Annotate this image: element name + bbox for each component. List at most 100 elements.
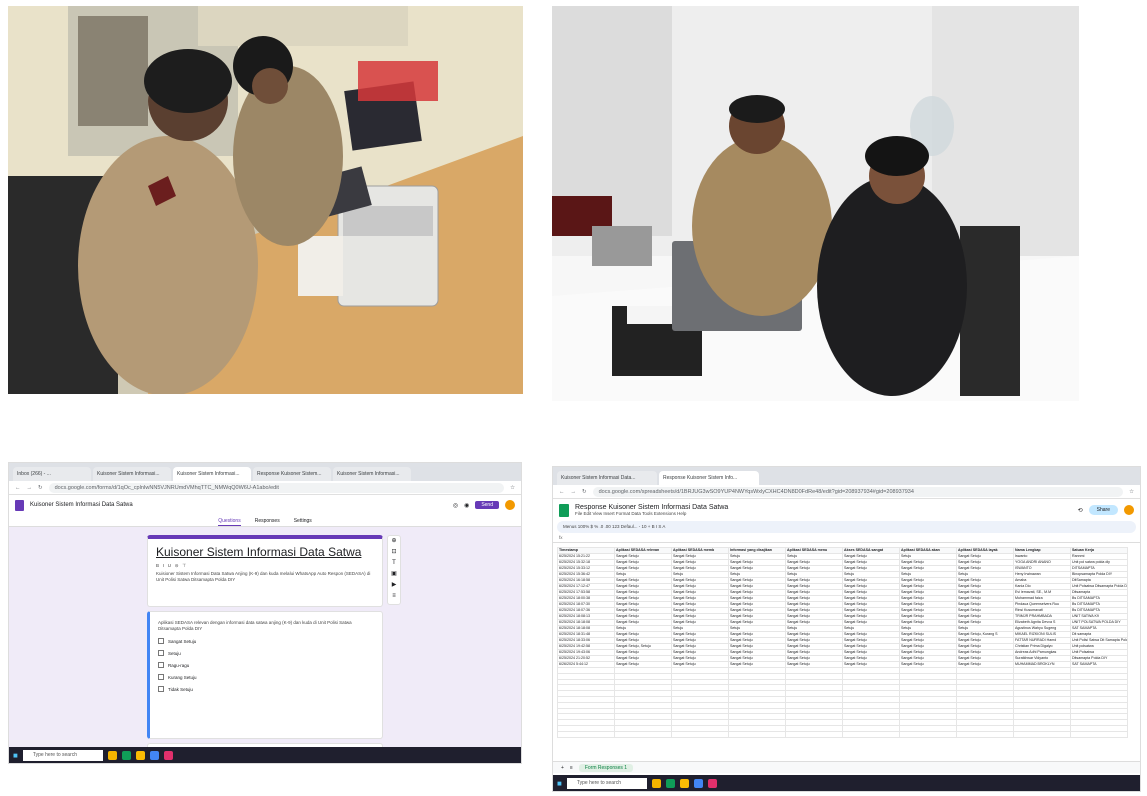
reload-icon[interactable]: ↻ xyxy=(38,485,43,491)
form-editor: Kuisoner Sistem Informasi Data Satwa B I… xyxy=(9,527,521,763)
send-button[interactable]: Send xyxy=(475,501,499,509)
empty-cell[interactable] xyxy=(956,730,1014,738)
star-icon[interactable]: ☆ xyxy=(1129,489,1134,495)
empty-cell[interactable] xyxy=(671,730,729,738)
forms-screenshot: Inbox (266) - ... Kuisoner Sistem Inform… xyxy=(8,462,522,764)
browser-tab[interactable]: Kuisoner Sistem Informasi... xyxy=(93,467,171,481)
taskbar-search[interactable]: Type here to search xyxy=(22,749,103,761)
tab-questions[interactable]: Questions xyxy=(218,515,241,526)
tab-settings[interactable]: Settings xyxy=(294,515,312,526)
empty-cell[interactable] xyxy=(1013,730,1071,738)
star-icon[interactable]: ☆ xyxy=(510,485,515,491)
palette-icon[interactable]: ◎ xyxy=(453,502,458,509)
url-field[interactable]: docs.google.com/forms/d/1qOc_cplnIwNN5VJ… xyxy=(48,482,505,493)
forms-logo-icon xyxy=(15,499,24,511)
browser-tab[interactable]: Inbox (266) - ... xyxy=(13,467,91,481)
instagram-icon[interactable] xyxy=(707,778,717,788)
question-text[interactable]: Aplikasi SEDASA relevan dengan informasi… xyxy=(158,620,374,632)
browser-tab-active[interactable]: Response Kuisoner Sistem Info... xyxy=(659,471,759,485)
empty-cell[interactable] xyxy=(557,730,615,738)
option[interactable]: Setuju xyxy=(158,650,374,656)
table-cell[interactable]: Unit Polsatwa Ditsamapta Polda DIY xyxy=(1070,583,1128,590)
question-toolbar: ⊕ ⊡ T ▣ ▶ ≡ xyxy=(387,535,401,605)
sheets-toolbar[interactable]: Menus 100% $ % .0 .00 123 Defaul... - 10… xyxy=(557,521,1136,533)
import-icon[interactable]: ⊡ xyxy=(388,547,400,558)
edge-icon[interactable] xyxy=(121,750,131,760)
edge-icon[interactable] xyxy=(665,778,675,788)
browser-tab-strip: Inbox (266) - ... Kuisoner Sistem Inform… xyxy=(9,463,521,481)
forms-nav-tabs: Questions Responses Settings xyxy=(9,515,521,527)
empty-cell[interactable] xyxy=(899,730,957,738)
table-cell[interactable]: UNIT POLSATWA POLDA DIY xyxy=(1070,619,1128,626)
formula-bar[interactable]: fx xyxy=(553,533,1140,543)
checkbox[interactable] xyxy=(158,650,164,656)
response-table: Timestamp Aplikasi SEDASA relevan Aplikasi… xyxy=(557,547,1128,738)
instagram-icon[interactable] xyxy=(163,750,173,760)
back-icon[interactable]: ← xyxy=(15,485,21,491)
text-format-toolbar: B I U ⊝ ⊤ xyxy=(156,563,187,568)
browser-tab[interactable]: Kuisoner Sistem Informasi... xyxy=(333,467,411,481)
empty-cell[interactable] xyxy=(728,730,786,738)
form-description[interactable]: Kuisioner Sistem Informasi Data Satwa An… xyxy=(156,571,374,583)
option[interactable]: Tidak Setuju xyxy=(158,686,374,692)
browser-tab[interactable]: Response Kuisoner Sistem... xyxy=(253,467,331,481)
browser-tab-strip: Kuisoner Sistem Informasi Data... Respon… xyxy=(553,467,1140,485)
add-sheet-icon[interactable]: + xyxy=(561,765,564,771)
reload-icon[interactable]: ↻ xyxy=(582,489,587,495)
option[interactable]: Kurang Setuju xyxy=(158,674,374,680)
history-icon[interactable]: ⟲ xyxy=(1078,507,1083,514)
form-title-card[interactable]: Kuisoner Sistem Informasi Data Satwa B I… xyxy=(147,535,383,607)
sheet-tab[interactable]: Form Responses 1 xyxy=(578,763,634,772)
add-question-icon[interactable]: ⊕ xyxy=(388,536,400,547)
checkbox[interactable] xyxy=(158,674,164,680)
sheets-screenshot: Kuisoner Sistem Informasi Data... Respon… xyxy=(552,466,1141,792)
chrome-icon[interactable] xyxy=(651,778,661,788)
empty-cell[interactable] xyxy=(614,730,672,738)
checkbox[interactable] xyxy=(158,686,164,692)
table-cell[interactable]: Unit Polisi Satwa Dit Samapta Polda DIY xyxy=(1070,637,1128,644)
browser-tab[interactable]: Kuisoner Sistem Informasi Data... xyxy=(557,471,657,485)
document-title[interactable]: Response Kuisoner Sistem Informasi Data … xyxy=(575,504,1072,511)
windows-start-icon[interactable]: ■ xyxy=(557,779,562,788)
title-icon[interactable]: T xyxy=(388,558,400,569)
checkbox[interactable] xyxy=(158,662,164,668)
forward-icon[interactable]: → xyxy=(571,489,577,495)
avatar[interactable] xyxy=(1124,505,1134,515)
empty-cell[interactable] xyxy=(785,730,843,738)
photo-officers-at-desk-drawing xyxy=(8,6,523,394)
spreadsheet-grid[interactable]: Timestamp Aplikasi SEDASA relevan Aplikasi… xyxy=(557,547,1128,751)
image-icon[interactable]: ▣ xyxy=(388,569,400,580)
sheets-header: Response Kuisoner Sistem Informasi Data … xyxy=(553,499,1140,521)
store-icon[interactable] xyxy=(149,750,159,760)
taskbar: ■ Type here to search xyxy=(553,775,1140,791)
back-icon[interactable]: ← xyxy=(559,489,565,495)
share-button[interactable]: Share xyxy=(1088,505,1118,515)
folder-icon[interactable] xyxy=(679,778,689,788)
form-title[interactable]: Kuisoner Sistem Informasi Data Satwa xyxy=(156,545,374,559)
browser-tab-active[interactable]: Kuisoner Sistem Informasi... xyxy=(173,467,251,481)
preview-icon[interactable]: ◉ xyxy=(464,502,469,509)
checkbox[interactable] xyxy=(158,638,164,644)
tab-responses[interactable]: Responses xyxy=(255,515,280,526)
question-card[interactable]: Aplikasi SEDASA relevan dengan informasi… xyxy=(147,611,383,739)
empty-row xyxy=(557,730,1128,738)
empty-cell[interactable] xyxy=(842,730,900,738)
option-label: Kurang Setuju xyxy=(168,674,197,680)
menu-bar[interactable]: File Edit View Insert Format Data Tools … xyxy=(575,511,1072,516)
taskbar-search[interactable]: Type here to search xyxy=(566,777,647,789)
chrome-icon[interactable] xyxy=(107,750,117,760)
sheets-list-icon[interactable]: ≡ xyxy=(570,765,573,771)
store-icon[interactable] xyxy=(693,778,703,788)
video-icon[interactable]: ▶ xyxy=(388,580,400,591)
avatar[interactable] xyxy=(505,500,515,510)
document-title[interactable]: Kuisoner Sistem Informasi Data Satwa xyxy=(30,502,133,508)
folder-icon[interactable] xyxy=(135,750,145,760)
windows-start-icon[interactable]: ■ xyxy=(13,751,18,760)
option[interactable]: Ragu-ragu xyxy=(158,662,374,668)
forward-icon[interactable]: → xyxy=(27,485,33,491)
empty-cell[interactable] xyxy=(1070,730,1128,738)
address-bar-row: ← → ↻ docs.google.com/forms/d/1qOc_cplnI… xyxy=(9,481,521,495)
section-icon[interactable]: ≡ xyxy=(388,591,400,602)
url-field[interactable]: docs.google.com/spreadsheets/d/1BRJUG3wS… xyxy=(592,486,1124,497)
option[interactable]: Sangat Setuju xyxy=(158,638,374,644)
